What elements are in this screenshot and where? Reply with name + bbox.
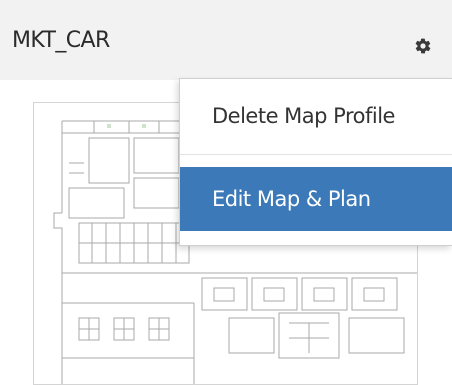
map-settings-dropdown: Delete Map Profile Edit Map & Plan (179, 78, 452, 246)
menu-divider (180, 154, 452, 155)
map-card-header: MKT_CAR (0, 0, 452, 80)
edit-map-plan-menu-item[interactable]: Edit Map & Plan (180, 167, 452, 231)
map-profile-title: MKT_CAR (12, 28, 110, 53)
delete-map-profile-menu-item[interactable]: Delete Map Profile (180, 79, 452, 154)
gear-icon[interactable] (414, 37, 432, 55)
